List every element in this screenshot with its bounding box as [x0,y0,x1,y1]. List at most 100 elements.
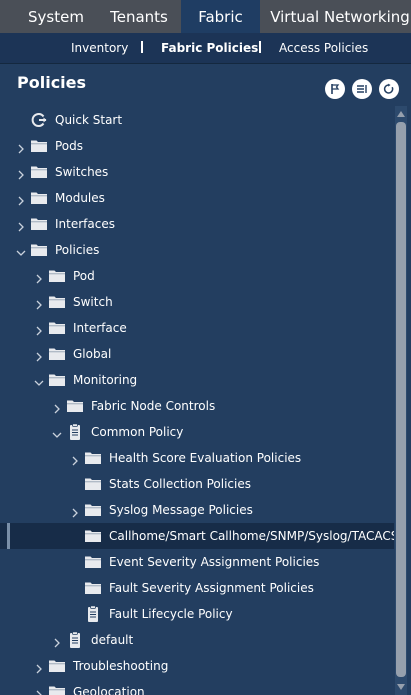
folder-icon [84,449,102,467]
tree-item[interactable]: Fabric Node Controls [0,393,394,419]
scroll-down-icon[interactable] [397,684,405,690]
folder-icon [84,579,102,597]
policy-document-icon [84,605,102,623]
folder-icon [30,241,48,259]
chevron-right-icon[interactable] [33,660,45,674]
folder-icon [48,345,66,363]
tree-item-label: Common Policy [91,425,184,439]
chevron-right-icon[interactable] [15,192,27,206]
tree-item[interactable]: Monitoring [0,367,394,393]
tree-item[interactable]: Syslog Message Policies [0,497,394,523]
chevron-right-icon[interactable] [33,322,45,336]
tree-item-label: Fault Severity Assignment Policies [109,581,314,595]
folder-icon [48,319,66,337]
tree-item-label: Pod [73,269,95,283]
chevron-down-icon[interactable] [51,426,63,438]
tree-item-label: Callhome/Smart Callhome/SNMP/Syslog/TACA… [109,529,394,543]
tree-item-label: Switch [73,295,113,309]
folder-icon [30,163,48,181]
quick-start-icon [30,111,48,129]
tree-item-label: Fabric Node Controls [91,399,216,413]
flag-icon [331,84,340,94]
tree-item-label: Global [73,347,112,361]
subnav-fabric-policies[interactable]: Fabric Policies [161,33,258,63]
tab-tenants[interactable]: Tenants [97,0,181,33]
chevron-right-icon[interactable] [15,166,27,180]
chevron-right-icon[interactable] [15,140,27,154]
scroll-up-icon[interactable] [397,111,405,117]
chevron-right-icon[interactable] [69,452,81,466]
tree-item[interactable]: Modules [0,185,394,211]
tab-virtual-networking[interactable]: Virtual Networking [260,0,411,33]
tree-item[interactable]: Event Severity Assignment Policies [0,549,394,575]
folder-icon [30,189,48,207]
refresh-button[interactable] [379,79,399,99]
folder-icon [84,527,102,545]
refresh-icon [383,83,394,94]
folder-icon [66,397,84,415]
tree-item-label: Fault Lifecycle Policy [109,607,233,621]
tree-item[interactable]: Global [0,341,394,367]
policy-document-icon [66,631,84,649]
tree-item[interactable]: Switch [0,289,394,315]
tree-item[interactable]: Callhome/Smart Callhome/SNMP/Syslog/TACA… [0,523,394,549]
tree-scrollbar[interactable] [395,106,407,695]
tree-item-label: Health Score Evaluation Policies [109,451,302,465]
chevron-right-icon[interactable] [33,686,45,695]
tree-item[interactable]: Common Policy [0,419,394,445]
chevron-down-icon[interactable] [15,244,27,256]
tree-item[interactable]: Troubleshooting [0,653,394,679]
folder-icon [84,475,102,493]
tree-item[interactable]: Geolocation [0,679,394,695]
chevron-right-icon[interactable] [15,218,27,232]
flag-button[interactable] [325,79,345,99]
tree-item[interactable]: Quick Start [0,107,394,133]
chevron-down-icon[interactable] [33,374,45,386]
chevron-right-icon[interactable] [51,400,63,414]
tree-item[interactable]: Stats Collection Policies [0,471,394,497]
tree-item[interactable]: Fault Severity Assignment Policies [0,575,394,601]
folder-icon [48,657,66,675]
top-nav: System Tenants Fabric Virtual Networking [0,0,411,33]
subnav-inventory[interactable]: Inventory [71,33,128,63]
folder-icon [84,501,102,519]
tab-system[interactable]: System [15,0,97,33]
tree-item[interactable]: Fault Lifecycle Policy [0,601,394,627]
scrollbar-thumb[interactable] [396,122,406,677]
folder-icon [30,215,48,233]
sub-nav: Inventory Fabric Policies Access Policies [0,33,411,64]
tree-item-label: Troubleshooting [73,659,169,673]
collapse-all-button[interactable] [352,79,372,99]
tree-item-label: Syslog Message Policies [109,503,253,517]
tree-item[interactable]: Switches [0,159,394,185]
tree-item-label: Switches [55,165,109,179]
tree-item[interactable]: Health Score Evaluation Policies [0,445,394,471]
tree-item-label: Interfaces [55,217,115,231]
tree-item-label: Pods [55,139,84,153]
tree-item-label: Stats Collection Policies [109,477,252,491]
chevron-right-icon[interactable] [51,634,63,648]
tree-item-label: Interface [73,321,127,335]
tree-item[interactable]: Interface [0,315,394,341]
tree-item-label: default [91,633,134,647]
collapse-list-icon [357,85,367,93]
tab-fabric[interactable]: Fabric [181,0,260,33]
tree-item[interactable]: Pod [0,263,394,289]
tree-item[interactable]: Interfaces [0,211,394,237]
tree-item[interactable]: Policies [0,237,394,263]
subnav-access-policies[interactable]: Access Policies [279,33,368,63]
chevron-right-icon[interactable] [33,348,45,362]
tree-item-label: Monitoring [73,373,138,387]
chevron-right-icon[interactable] [69,504,81,518]
folder-icon [48,267,66,285]
panel-title: Policies [17,73,87,92]
chevron-right-icon[interactable] [33,296,45,310]
folder-icon [84,553,102,571]
tree-item-label: Event Severity Assignment Policies [109,555,320,569]
chevron-right-icon[interactable] [33,270,45,284]
tree-item[interactable]: Pods [0,133,394,159]
folder-icon [48,371,66,389]
folder-icon [48,683,66,695]
tree-item-label: Geolocation [73,685,145,695]
tree-item[interactable]: default [0,627,394,653]
